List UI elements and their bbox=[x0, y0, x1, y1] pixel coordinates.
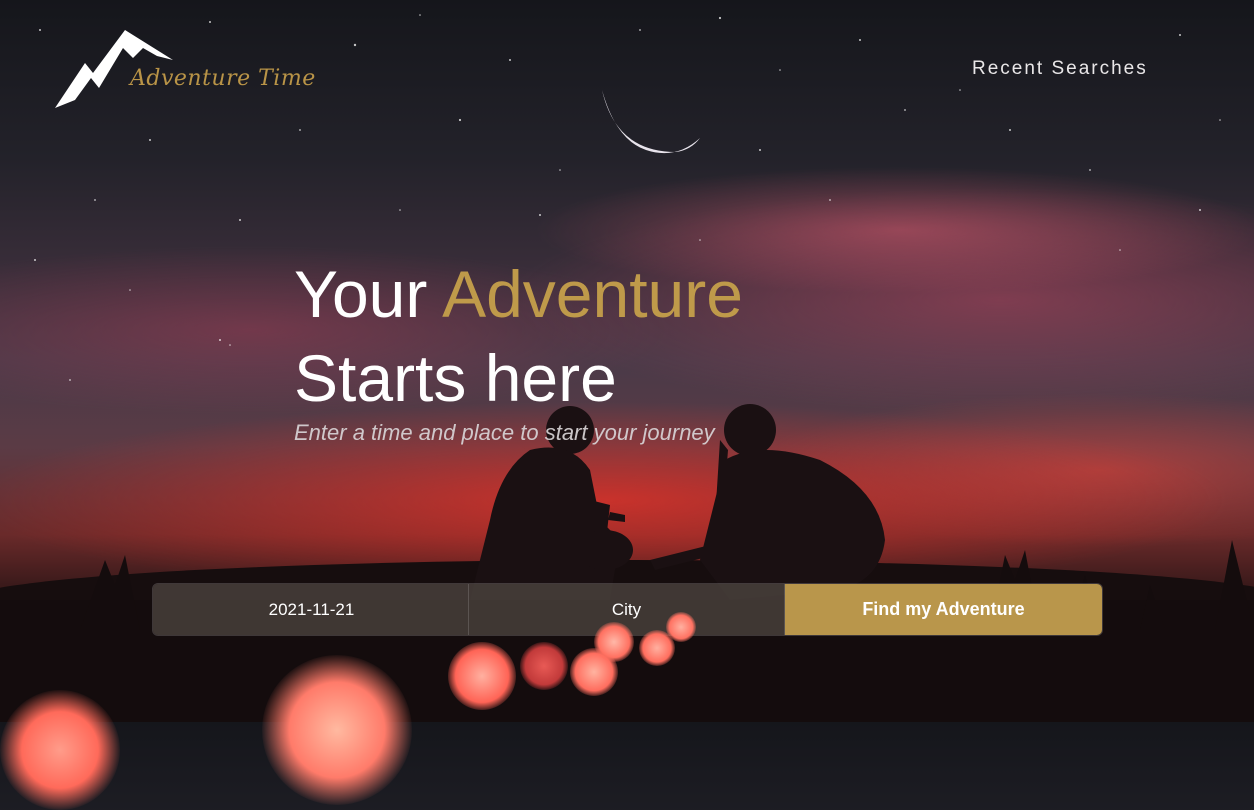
city-input[interactable] bbox=[469, 598, 784, 621]
brand-logo[interactable]: Adventure Time bbox=[55, 28, 325, 118]
hero-title-accent: Adventure bbox=[442, 257, 743, 331]
hero-subtitle: Enter a time and place to start your jou… bbox=[294, 420, 715, 445]
hero-title-prefix: Your bbox=[294, 257, 443, 331]
hero-title-line-1: Your Adventure bbox=[294, 252, 914, 336]
city-field-wrapper[interactable] bbox=[469, 584, 785, 635]
find-adventure-button[interactable]: Find my Adventure bbox=[785, 584, 1102, 635]
hero-title-line-2: Starts here bbox=[294, 341, 617, 415]
recent-searches-link[interactable]: Recent Searches bbox=[972, 58, 1148, 80]
crescent-moon bbox=[602, 90, 700, 154]
search-form: Find my Adventure bbox=[152, 583, 1103, 636]
date-field-wrapper[interactable] bbox=[153, 584, 469, 635]
hero-section: Your Adventure Starts here Enter a time … bbox=[294, 252, 914, 446]
date-input[interactable] bbox=[153, 598, 468, 621]
brand-name: Adventure Time bbox=[130, 66, 316, 91]
